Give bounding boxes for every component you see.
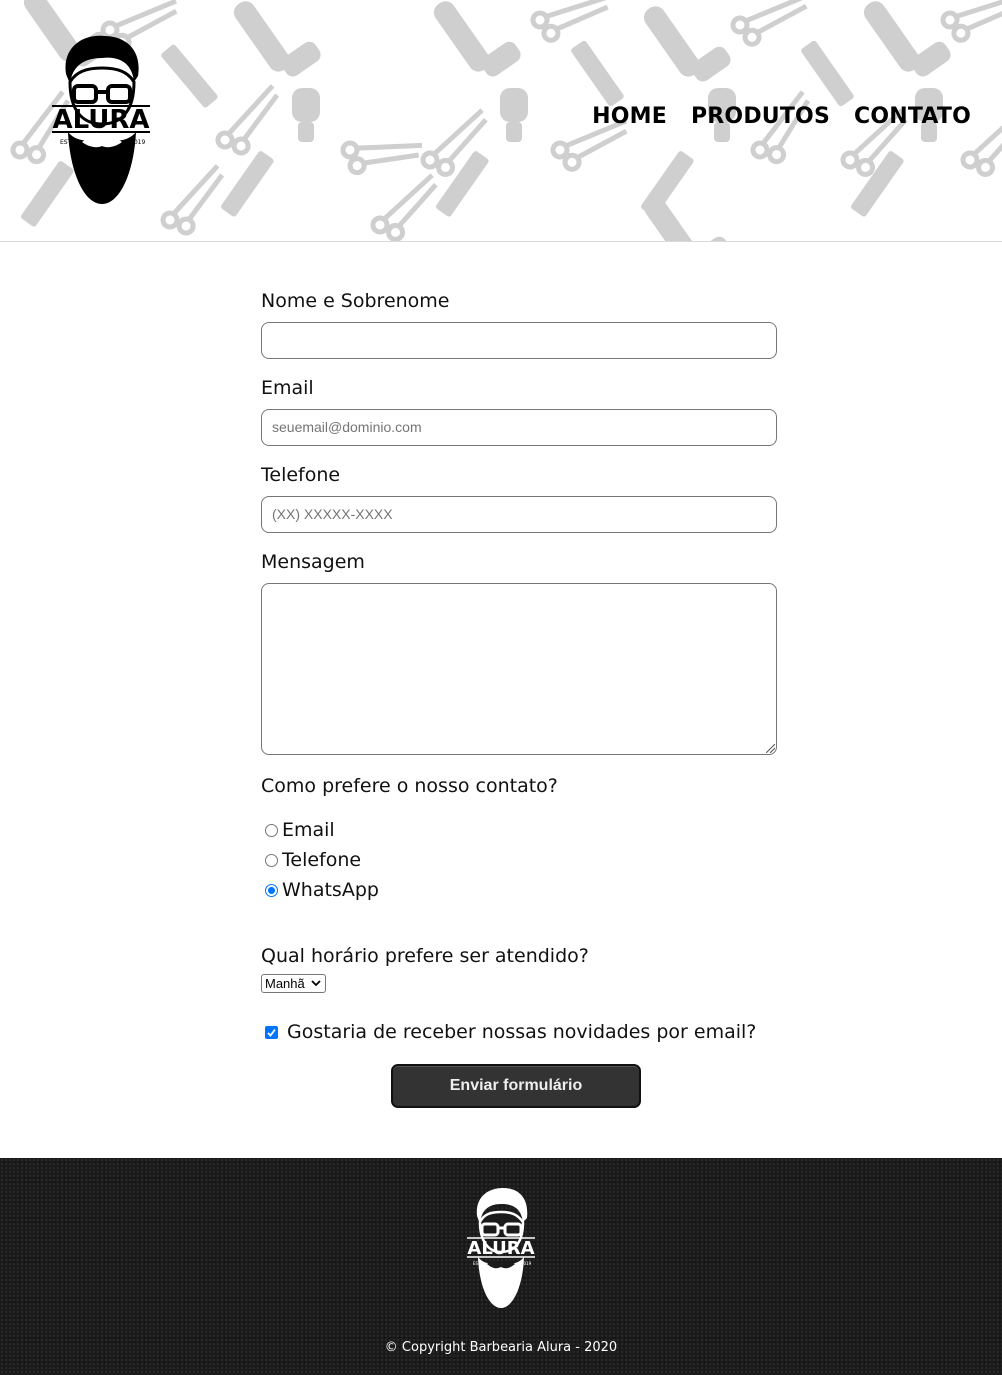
radio-option-email[interactable]: Email xyxy=(265,815,777,845)
radio-telefone-label: Telefone xyxy=(282,849,362,871)
resize-handle-icon[interactable] xyxy=(766,744,775,753)
newsletter-checkbox[interactable] xyxy=(265,1025,278,1039)
footer-logo-text: ALURA xyxy=(467,1238,534,1259)
schedule-question: Qual horário prefere ser atendido? xyxy=(261,945,589,967)
contact-question: Como prefere o nosso contato? xyxy=(261,775,558,797)
footer-logo-est: ESTD xyxy=(473,1261,484,1266)
logo-year: 2019 xyxy=(130,139,145,146)
alura-footer-logo[interactable]: ALURA ESTD 2019 xyxy=(465,1186,537,1310)
phone-label: Telefone xyxy=(261,464,341,486)
contact-radio-group: Email Telefone WhatsApp xyxy=(265,815,777,905)
name-input[interactable] xyxy=(261,322,777,359)
radio-whatsapp[interactable] xyxy=(265,883,278,897)
radio-whatsapp-label: WhatsApp xyxy=(282,879,379,901)
radio-option-telefone[interactable]: Telefone xyxy=(265,845,777,875)
nav-contato-link[interactable]: CONTATO xyxy=(854,104,971,129)
chevron-down-icon xyxy=(311,980,321,987)
radio-email-label: Email xyxy=(282,819,335,841)
alura-logo[interactable]: ALURA ESTD 2019 xyxy=(48,32,154,208)
submit-button[interactable]: Enviar formulário xyxy=(391,1064,641,1108)
logo-text: ALURA xyxy=(52,105,149,135)
site-footer: ALURA ESTD 2019 © Copyright Barbearia Al… xyxy=(0,1158,1002,1375)
newsletter-label: Gostaria de receber nossas novidades por… xyxy=(287,1021,757,1043)
schedule-select[interactable]: Manhã xyxy=(261,974,326,993)
logo-est: ESTD xyxy=(60,139,76,146)
nav-home-link[interactable]: HOME xyxy=(592,104,667,129)
email-label: Email xyxy=(261,377,314,399)
site-header: ALURA ESTD 2019 HOME PRODUTOS CONTATO xyxy=(0,0,1002,242)
email-input[interactable]: seuemail@dominio.com xyxy=(261,409,777,446)
radio-telefone[interactable] xyxy=(265,853,278,867)
main-nav: HOME PRODUTOS CONTATO xyxy=(592,104,971,129)
nav-produtos-link[interactable]: PRODUTOS xyxy=(691,104,830,129)
newsletter-row[interactable]: Gostaria de receber nossas novidades por… xyxy=(265,1021,777,1043)
name-label: Nome e Sobrenome xyxy=(261,290,450,312)
copyright-text: © Copyright Barbearia Alura - 2020 xyxy=(384,1340,618,1355)
phone-input[interactable]: (XX) XXXXX-XXXX xyxy=(261,496,777,533)
schedule-select-value: Manhã xyxy=(265,976,305,991)
radio-email[interactable] xyxy=(265,823,278,837)
message-textarea[interactable] xyxy=(261,583,777,755)
footer-logo-year: 2019 xyxy=(521,1261,532,1266)
checkmark-icon xyxy=(267,1028,276,1037)
radio-option-whatsapp[interactable]: WhatsApp xyxy=(265,875,777,905)
contact-form: Nome e Sobrenome Email seuemail@dominio.… xyxy=(261,288,777,1043)
message-label: Mensagem xyxy=(261,551,365,573)
